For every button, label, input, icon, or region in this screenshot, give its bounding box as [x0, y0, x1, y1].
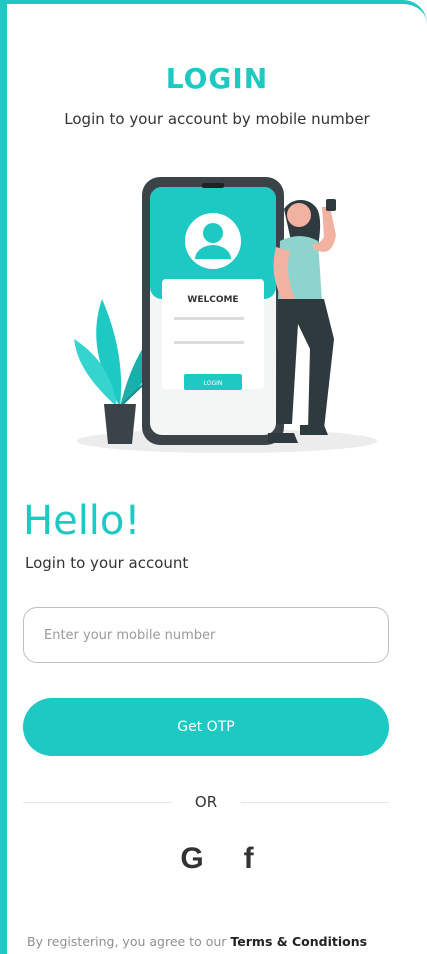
page-subtitle: Login to your account by mobile number — [64, 110, 370, 128]
or-label: OR — [194, 793, 218, 811]
phone-login-button-text: LOGIN — [204, 380, 223, 387]
greeting-subtitle: Login to your account — [25, 554, 189, 572]
facebook-icon[interactable]: f — [244, 842, 254, 876]
divider-line-left — [23, 801, 171, 803]
login-screen: LOGIN Login to your account by mobile nu… — [0, 0, 427, 954]
login-illustration: WELCOME LOGIN — [74, 177, 377, 453]
phone-illustration: WELCOME LOGIN — [142, 177, 284, 445]
social-login-row: G f — [7, 842, 427, 876]
google-icon[interactable]: G — [180, 842, 203, 876]
divider-line-right — [241, 801, 390, 803]
terms-notice: By registering, you agree to our Terms &… — [27, 934, 367, 949]
mobile-number-input[interactable] — [23, 607, 389, 663]
terms-text: By registering, you agree to our — [27, 934, 227, 949]
page-title: LOGIN — [165, 62, 269, 95]
terms-link[interactable]: Terms & Conditions — [230, 934, 367, 949]
get-otp-button[interactable]: Get OTP — [23, 698, 389, 756]
greeting-heading: Hello! — [23, 498, 141, 544]
or-divider: OR — [23, 791, 390, 813]
phone-welcome-text: WELCOME — [187, 295, 238, 305]
